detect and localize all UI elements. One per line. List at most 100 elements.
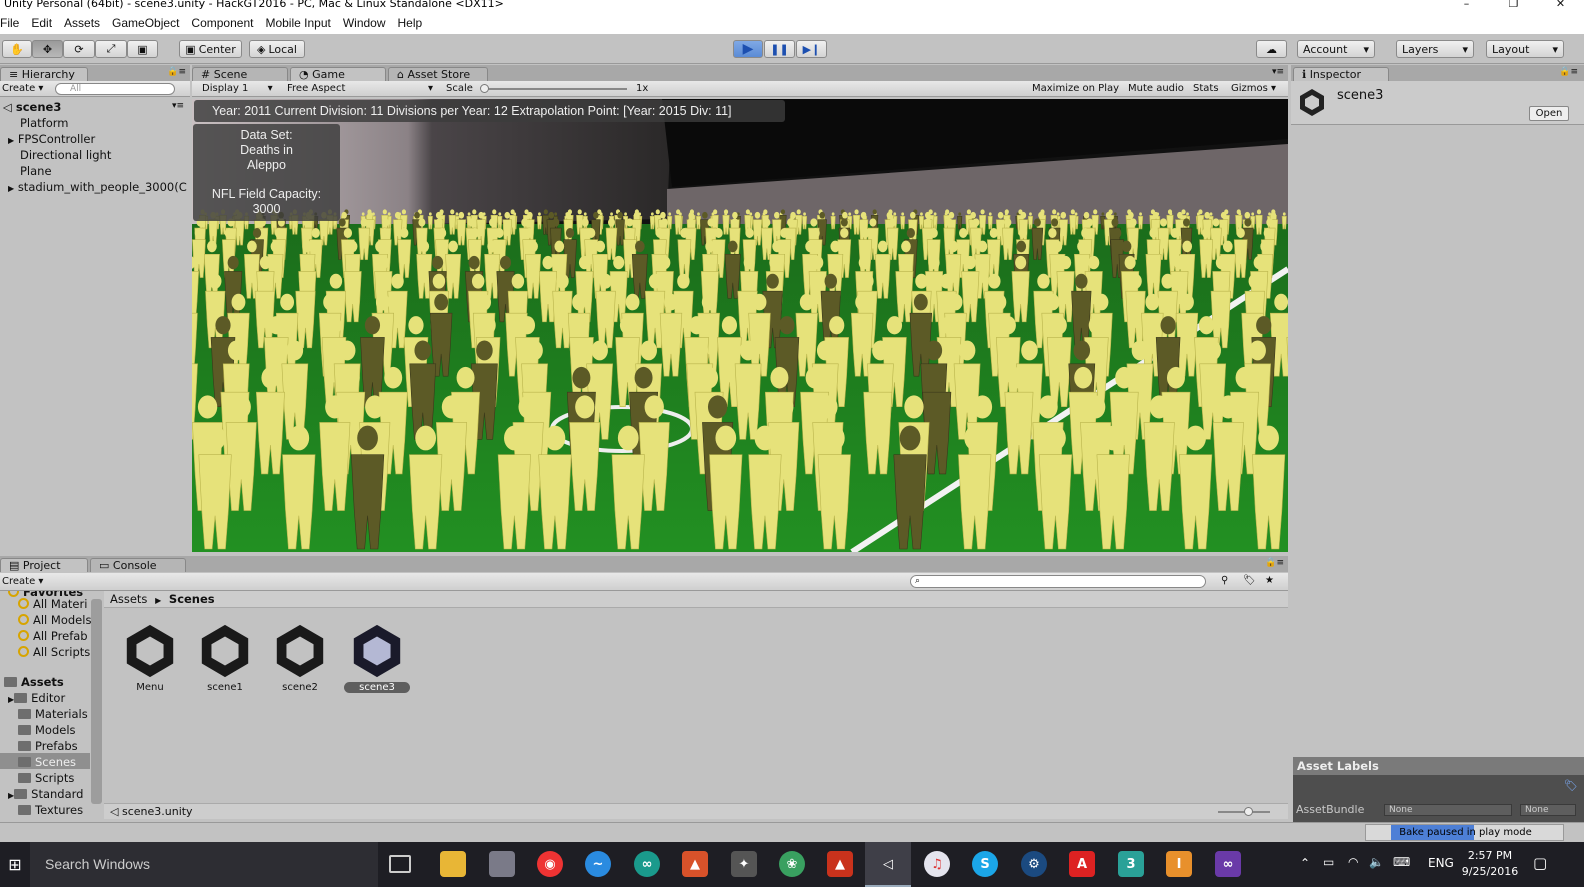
inventor-icon[interactable]: I: [1166, 851, 1192, 877]
wifi-icon[interactable]: ◠: [1348, 855, 1358, 869]
tab-game[interactable]: ◔ Game: [290, 67, 386, 81]
hierarchy-create-button[interactable]: Create ▾: [2, 83, 43, 94]
expand-arrow-icon[interactable]: ▶: [8, 184, 14, 193]
tree-scrollbar[interactable]: [91, 599, 102, 804]
layout-dropdown[interactable]: Layout ▾: [1486, 40, 1564, 58]
scale-slider-thumb[interactable]: [480, 84, 489, 93]
minimize-button[interactable]: –: [1443, 0, 1490, 12]
project-create-button[interactable]: Create ▾: [2, 576, 43, 587]
menu-file[interactable]: File: [0, 16, 25, 30]
menu-window[interactable]: Window: [337, 16, 392, 30]
fav-all-materials[interactable]: All Materi: [18, 597, 87, 611]
asset-scene2[interactable]: scene2: [270, 621, 330, 693]
file-explorer-icon[interactable]: [440, 851, 466, 877]
breadcrumb-scenes[interactable]: Scenes: [169, 592, 215, 606]
hierarchy-item-fpscontroller[interactable]: ▶ FPSController: [8, 132, 95, 146]
folder-scripts[interactable]: Scripts: [18, 771, 74, 785]
folder-models[interactable]: Models: [18, 723, 76, 737]
folder-prefabs[interactable]: Prefabs: [18, 739, 78, 753]
unity-taskbar-item[interactable]: ◁: [865, 842, 911, 887]
inspector-open-button[interactable]: Open: [1529, 106, 1569, 121]
step-button[interactable]: ▶❙: [796, 40, 827, 58]
menu-assets[interactable]: Assets: [58, 16, 106, 30]
windows-start-button[interactable]: ⊞: [0, 842, 30, 887]
rotate-tool-button[interactable]: ⟳: [63, 40, 95, 58]
media-app-icon[interactable]: ▲: [827, 851, 853, 877]
folder-standard[interactable]: ▶ Standard: [8, 787, 83, 801]
tray-expand-icon[interactable]: ⌃: [1300, 856, 1310, 870]
openshot-icon[interactable]: ❀: [779, 851, 805, 877]
keyboard-icon[interactable]: ⌨: [1393, 855, 1410, 869]
asset-scene3[interactable]: scene3: [340, 621, 414, 693]
close-button[interactable]: ✕: [1537, 0, 1584, 12]
folder-materials[interactable]: Materials: [18, 707, 88, 721]
filter-label-icon[interactable]: 🏷: [1243, 575, 1256, 586]
cloud-button[interactable]: ☁: [1256, 40, 1287, 58]
action-center-icon[interactable]: ▢: [1533, 854, 1547, 872]
skype-icon[interactable]: S: [972, 851, 998, 877]
icon-size-slider-thumb[interactable]: [1244, 807, 1253, 816]
asset-scene1[interactable]: scene1: [195, 621, 255, 693]
move-tool-button[interactable]: ✥: [32, 40, 63, 58]
battery-icon[interactable]: ▭: [1323, 855, 1334, 869]
tab-asset-store[interactable]: ⌂ Asset Store: [388, 67, 488, 81]
tab-console[interactable]: ▭ Console: [90, 558, 186, 572]
scene-menu-icon[interactable]: ▾≡: [172, 101, 184, 111]
assets-root[interactable]: Assets: [4, 675, 64, 689]
itunes-icon[interactable]: ♫: [924, 851, 950, 877]
hierarchy-item-directional-light[interactable]: Directional light: [20, 148, 111, 162]
favorite-star-icon[interactable]: ★: [1265, 575, 1274, 586]
web-browser-icon[interactable]: ~: [585, 851, 611, 877]
matlab-icon[interactable]: ▲: [682, 851, 708, 877]
scale-tool-button[interactable]: ⤢: [95, 40, 127, 58]
hand-tool-button[interactable]: ✋: [2, 40, 32, 58]
tab-scene[interactable]: # Scene: [192, 67, 288, 81]
fav-all-scripts[interactable]: All Scripts: [18, 645, 90, 659]
maximize-on-play-toggle[interactable]: Maximize on Play: [1032, 83, 1119, 94]
autocad-icon[interactable]: A: [1069, 851, 1095, 877]
mute-audio-toggle[interactable]: Mute audio: [1128, 83, 1184, 94]
photos-app-icon[interactable]: [489, 851, 515, 877]
arduino-icon[interactable]: ∞: [634, 851, 660, 877]
clock[interactable]: 2:57 PM 9/25/2016: [1460, 848, 1520, 880]
hierarchy-item-stadium[interactable]: ▶ stadium_with_people_3000(C: [8, 180, 188, 194]
tab-project[interactable]: ▤ Project: [0, 558, 88, 572]
lock-icon[interactable]: 🔒≡: [1559, 67, 1578, 77]
menu-edit[interactable]: Edit: [25, 16, 58, 30]
folder-textures[interactable]: Textures: [18, 803, 83, 817]
folder-scenes[interactable]: Scenes: [18, 755, 76, 769]
menu-component[interactable]: Component: [185, 16, 259, 30]
asset-scene-menu[interactable]: Menu: [120, 621, 180, 693]
breadcrumb-assets[interactable]: Assets: [110, 592, 147, 606]
aspect-dropdown[interactable]: Free Aspect: [287, 83, 345, 94]
task-view-icon[interactable]: [389, 855, 411, 873]
menu-gameobject[interactable]: GameObject: [106, 16, 185, 30]
folder-editor[interactable]: ▶ Editor: [8, 691, 65, 705]
account-dropdown[interactable]: Account ▾: [1297, 40, 1375, 58]
taskbar-search-input[interactable]: Search Windows: [30, 842, 378, 887]
gizmos-dropdown[interactable]: Gizmos ▾: [1231, 83, 1276, 94]
filter-type-icon[interactable]: ⚲: [1221, 575, 1228, 586]
stats-toggle[interactable]: Stats: [1193, 83, 1219, 94]
language-indicator[interactable]: ENG: [1428, 856, 1454, 870]
layers-dropdown[interactable]: Layers ▾: [1396, 40, 1474, 58]
rect-tool-button[interactable]: ▣: [127, 40, 158, 58]
hierarchy-item-platform[interactable]: Platform: [20, 116, 69, 130]
tab-hierarchy[interactable]: ≡ Hierarchy: [0, 67, 88, 81]
game-app-icon[interactable]: ✦: [731, 851, 757, 877]
steam-icon[interactable]: ⚙: [1021, 851, 1047, 877]
hierarchy-search-input[interactable]: All: [55, 83, 175, 95]
pivot-center-button[interactable]: ▣ Center: [179, 40, 242, 58]
scale-slider[interactable]: [482, 88, 627, 90]
game-view[interactable]: Year: 2011 Current Division: 11 Division…: [192, 99, 1288, 552]
pivot-local-button[interactable]: ◈ Local: [249, 40, 305, 58]
chrome-icon[interactable]: ◉: [537, 851, 563, 877]
play-button[interactable]: ▶: [733, 40, 763, 58]
asset-labels-header[interactable]: Asset Labels: [1293, 757, 1584, 775]
hierarchy-item-plane[interactable]: Plane: [20, 164, 52, 178]
scene-root[interactable]: ◁ scene3: [3, 100, 61, 114]
tag-icon[interactable]: 🏷: [1564, 779, 1578, 792]
panel-menu-icon[interactable]: ▾≡: [1272, 67, 1284, 77]
assetbundle-dropdown[interactable]: None: [1384, 804, 1512, 816]
tab-inspector[interactable]: ℹ Inspector: [1293, 67, 1389, 81]
